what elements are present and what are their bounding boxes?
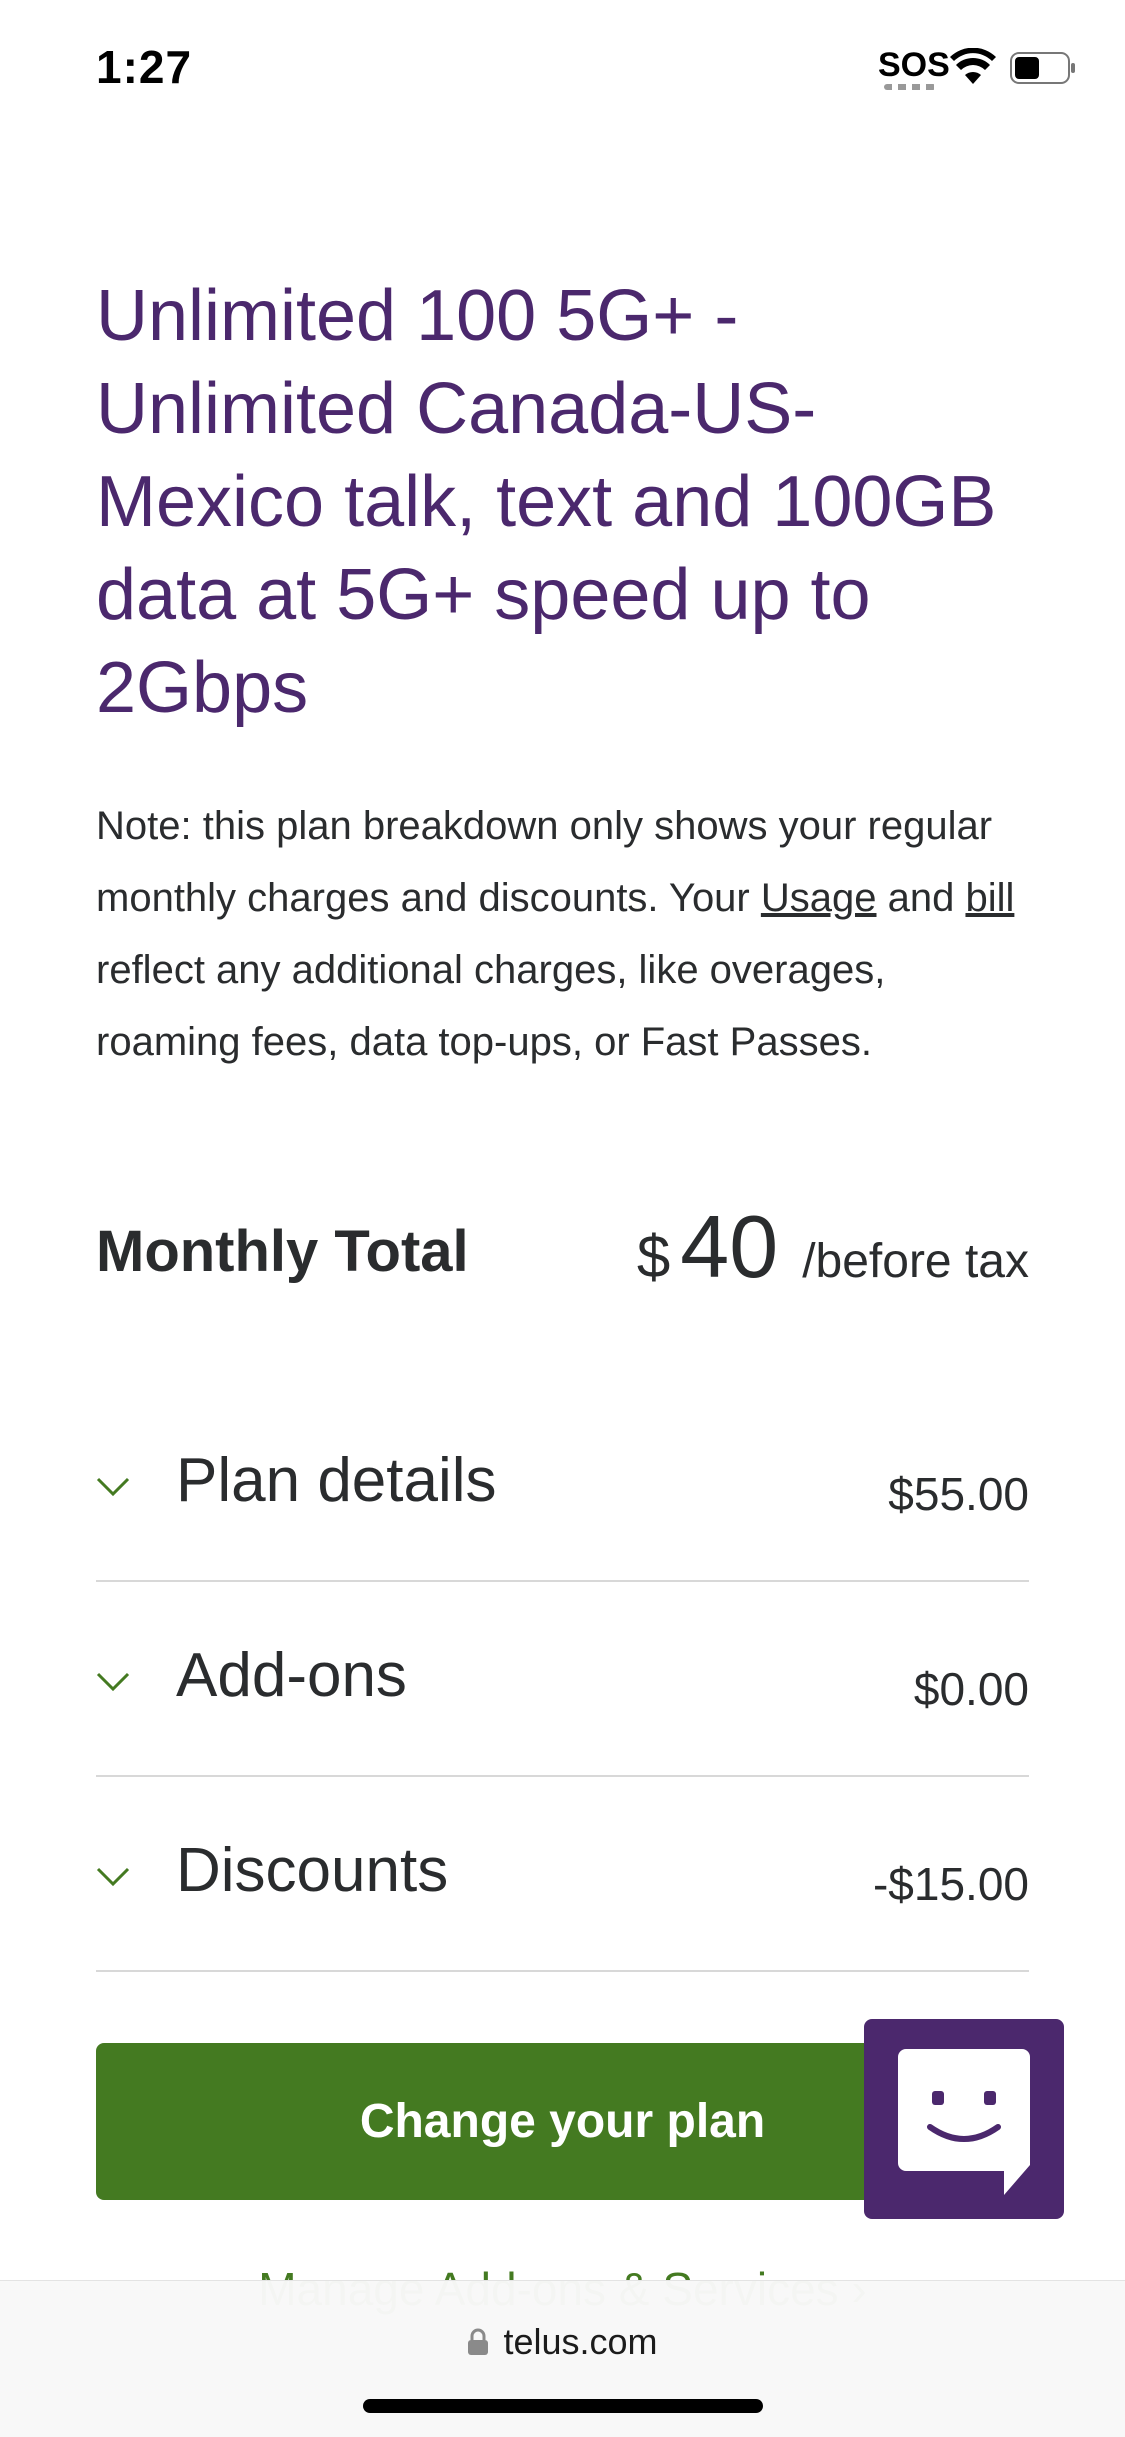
accordion-plan-details[interactable]: Plan details $55.00 [96, 1385, 1029, 1582]
bill-link[interactable]: bill [965, 876, 1014, 920]
status-time: 1:27 [96, 41, 193, 93]
accordion-amount: $0.00 [913, 1663, 1029, 1715]
accordion-amount: -$15.00 [872, 1858, 1029, 1910]
note-text: reflect any additional charges, like ove… [96, 948, 886, 1064]
url-row[interactable]: telus.com [0, 2321, 1125, 2363]
accordion-label: Discounts [176, 1836, 449, 1905]
accordion-discounts[interactable]: Discounts -$15.00 [96, 1775, 1029, 1972]
browser-address-bar: telus.com [0, 2280, 1125, 2437]
before-tax-label: /before tax [802, 1235, 1029, 1288]
status-bar: 1:27 SOS [0, 0, 1125, 140]
wifi-icon [950, 48, 996, 84]
chat-bot-icon [898, 2049, 1030, 2195]
url-text: telus.com [503, 2321, 658, 2362]
accordion-amount: $55.00 [888, 1468, 1029, 1520]
chevron-down-icon [96, 1672, 130, 1692]
monthly-total-label: Monthly Total [96, 1219, 469, 1284]
chat-widget-button[interactable] [864, 2019, 1064, 2219]
usage-link[interactable]: Usage [761, 876, 877, 920]
lock-icon [468, 2328, 489, 2355]
accordion-add-ons[interactable]: Add-ons $0.00 [96, 1580, 1029, 1777]
monthly-total-value: $ 40 /before tax [637, 1196, 1029, 1298]
plan-note: Note: this plan breakdown only shows you… [96, 790, 1036, 1078]
currency-symbol: $ [636, 1223, 671, 1290]
plan-title: Unlimited 100 5G+ - Unlimited Canada-US-… [96, 276, 997, 728]
home-indicator[interactable] [363, 2399, 763, 2413]
note-text: and [876, 876, 966, 920]
chevron-down-icon [96, 1867, 130, 1887]
battery-icon [1010, 52, 1075, 84]
chevron-down-icon [96, 1477, 130, 1497]
accordion-label: Plan details [176, 1446, 497, 1515]
signal-dots-icon [884, 84, 936, 90]
sos-indicator: SOS [878, 46, 950, 84]
accordion-label: Add-ons [176, 1641, 407, 1710]
monthly-total-amount: 40 [680, 1197, 779, 1296]
